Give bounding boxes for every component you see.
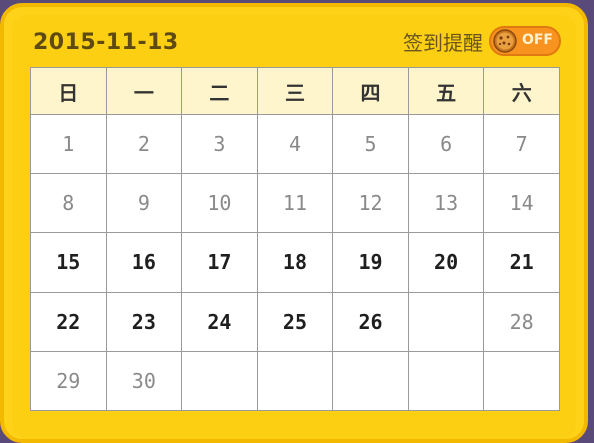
calendar-grid: 日 一 二 三 四 五 六 1 2 3 4 5 6 7 8 9 10 11 12 13 14 15 16 17 1… (30, 67, 560, 412)
day-cell[interactable]: 29 (30, 350, 107, 412)
day-cell[interactable]: 4 (256, 113, 334, 175)
day-cell[interactable]: 20 (407, 232, 485, 293)
day-cell[interactable]: 24 (181, 291, 258, 352)
day-cell[interactable]: 12 (332, 173, 409, 234)
empty-day-cell (483, 350, 560, 412)
toggle-state-label: OFF (521, 32, 553, 48)
day-cell[interactable]: 9 (105, 173, 183, 234)
day-cell[interactable]: 14 (483, 173, 560, 234)
calendar-week-row: 29 30 (30, 350, 560, 412)
weekday-fri: 五 (407, 67, 485, 115)
current-date: 2015-11-13 (33, 30, 179, 55)
day-cell[interactable]: 21 (483, 232, 560, 293)
weekday-mon: 一 (105, 67, 183, 115)
weekday-sun: 日 (30, 67, 107, 115)
weekday-wed: 三 (256, 67, 334, 115)
reminder-toggle[interactable]: OFF (489, 26, 561, 56)
day-cell[interactable]: 2 (105, 113, 183, 175)
day-cell[interactable]: 19 (332, 232, 409, 293)
weekday-thu: 四 (332, 67, 409, 115)
weekday-sat: 六 (483, 67, 560, 115)
day-cell[interactable]: 18 (256, 232, 334, 293)
day-cell[interactable]: 25 (256, 291, 334, 352)
calendar-week-row: 1234567 (30, 113, 560, 175)
checkin-reminder: 签到提醒 OFF (403, 26, 561, 56)
day-cell[interactable]: 22 (30, 291, 107, 352)
empty-day-cell (407, 350, 485, 412)
day-cell[interactable]: 6 (407, 113, 485, 175)
day-cell[interactable]: 16 (105, 232, 183, 293)
day-cell[interactable]: 26 (332, 291, 409, 352)
day-cell[interactable]: 10 (181, 173, 258, 234)
empty-day-cell (256, 350, 334, 412)
weekday-tue: 二 (181, 67, 258, 115)
calendar-week-row: 15 16 17 18 19 20 21 (30, 232, 560, 293)
day-cell[interactable]: 1 (30, 113, 107, 175)
day-cell[interactable]: 17 (181, 232, 258, 293)
day-cell[interactable]: 23 (105, 291, 183, 352)
day-cell[interactable]: 13 (407, 173, 485, 234)
day-cell[interactable]: 28 (483, 291, 560, 352)
calendar-body: 1 2 3 4 5 6 7 8 9 10 11 12 13 14 15 16 17 18 19 20 21 22 23 24 2… (30, 113, 560, 412)
calendar-week-row: 8 9 10 11 12 13 14 (30, 173, 560, 234)
day-cell[interactable]: 3 (181, 113, 258, 175)
day-cell[interactable]: 30 (105, 350, 183, 412)
weekday-header-row: 日 一 二 三 四 五 六 (30, 67, 560, 115)
empty-day-cell (332, 350, 409, 412)
cookie-icon (493, 29, 517, 53)
calendar-week-row: 22 23 24 25 26 28 (30, 291, 560, 352)
empty-day-cell (181, 350, 258, 412)
empty-day-cell (407, 291, 485, 352)
day-cell[interactable]: 8 (30, 173, 107, 234)
day-cell[interactable]: 15 (30, 232, 107, 293)
day-cell[interactable]: 11 (256, 173, 334, 234)
day-cell[interactable]: 5 (332, 113, 409, 175)
reminder-label: 签到提醒 (403, 30, 483, 55)
day-cell[interactable]: 7 (483, 113, 560, 175)
